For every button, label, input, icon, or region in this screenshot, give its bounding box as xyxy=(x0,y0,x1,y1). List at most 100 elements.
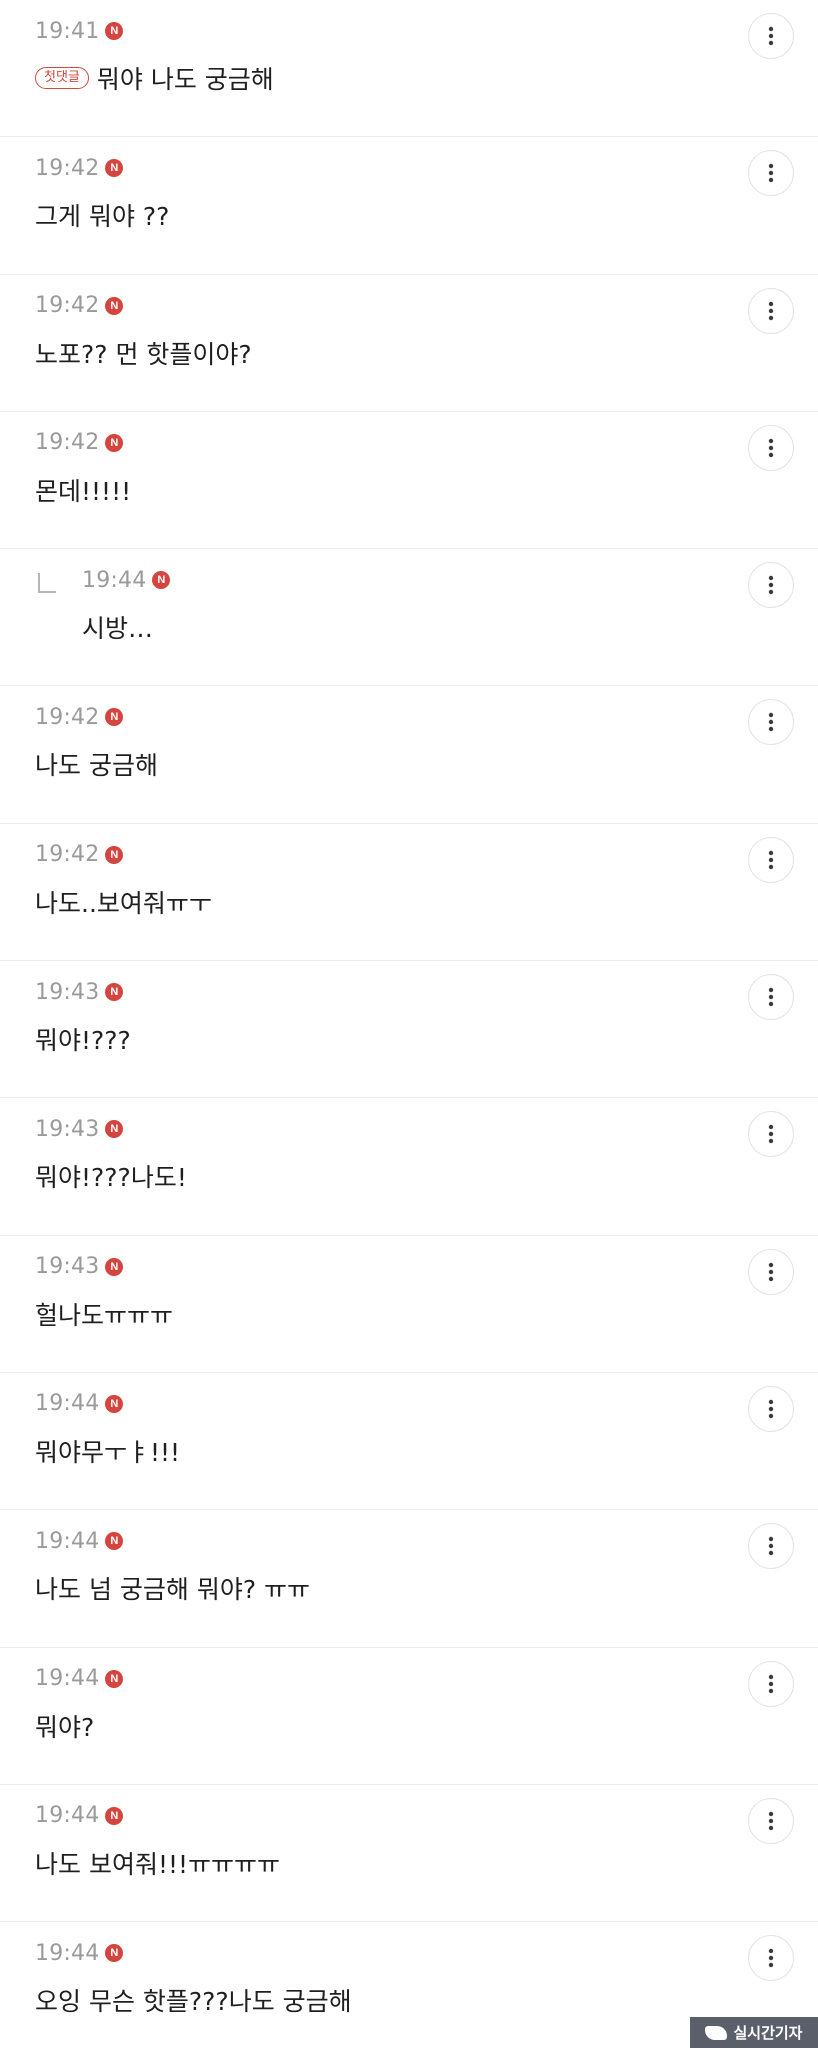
comment-body: 나도..보여줘ㅠㅜ xyxy=(35,884,212,920)
more-vertical-icon xyxy=(768,26,774,46)
comment-meta: 19:43 N xyxy=(35,1254,124,1280)
comment-body: 나도 보여줘!!!ㅠㅠㅠㅠ xyxy=(35,1845,280,1881)
comment-text: 헐나도ㅠㅠㅠ xyxy=(35,1300,174,1330)
reply-comment: 19:44 N 시방… xyxy=(0,549,818,687)
comment-item: 19:43 N 뭐야!??? xyxy=(0,961,818,1099)
first-comment-badge: 첫댓글 xyxy=(35,67,89,89)
comment-meta: 19:44 N xyxy=(35,1391,124,1417)
comment-text: 노포?? 먼 핫플이야? xyxy=(35,339,252,369)
comment-text: 몬데!!!!! xyxy=(35,476,132,506)
new-badge-icon: N xyxy=(105,1257,124,1276)
watermark: 실시간기자 xyxy=(690,2017,818,2048)
new-badge-icon: N xyxy=(105,159,124,178)
more-options-button[interactable] xyxy=(748,974,794,1021)
comment-time: 19:44 xyxy=(82,567,147,593)
comment-body: 시방… xyxy=(82,609,153,645)
reply-arrow-icon xyxy=(38,573,56,594)
comment-text: 시방… xyxy=(82,614,154,644)
more-options-button[interactable] xyxy=(748,1248,794,1295)
comment-item: 19:42 N 몬데!!!!! xyxy=(0,412,818,550)
comment-item: 19:42 N 나도 궁금해 xyxy=(0,686,818,824)
comment-time: 19:44 xyxy=(35,1803,100,1829)
more-vertical-icon xyxy=(768,164,774,183)
more-options-button[interactable] xyxy=(748,1111,794,1158)
comment-meta: 19:42 N xyxy=(35,842,124,868)
more-options-button[interactable] xyxy=(748,1385,794,1432)
comment-body: 뭐야? xyxy=(35,1708,94,1744)
new-badge-icon: N xyxy=(105,708,124,727)
comment-meta: 19:42 N xyxy=(35,704,124,730)
comment-text: 나도 넘 궁금해 뭐야? ㅠㅠ xyxy=(35,1575,311,1605)
comment-text: 뭐야!???나도! xyxy=(35,1163,187,1193)
comment-text: 뭐야무ㅜㅑ!!! xyxy=(35,1437,181,1467)
comment-item: 19:42 N 나도..보여줘ㅠㅜ xyxy=(0,824,818,962)
comment-item: 19:44 N 나도 넘 궁금해 뭐야? ㅠㅠ xyxy=(0,1510,818,1648)
comment-item: 19:43 N 헐나도ㅠㅠㅠ xyxy=(0,1236,818,1373)
comment-item: 19:44 N 뭐야무ㅜㅑ!!! xyxy=(0,1373,818,1511)
comment-time: 19:44 xyxy=(35,1528,100,1554)
more-options-button[interactable] xyxy=(748,1935,794,1982)
comment-meta: 19:41 N xyxy=(35,18,124,44)
comment-text: 그게 뭐야 ?? xyxy=(35,202,170,232)
more-vertical-icon xyxy=(768,1811,774,1831)
comment-time: 19:44 xyxy=(35,1940,100,1966)
more-options-button[interactable] xyxy=(748,150,794,197)
new-badge-icon: N xyxy=(105,1669,124,1688)
comment-body: 뭐야!???나도! xyxy=(35,1158,187,1194)
comment-time: 19:44 xyxy=(35,1666,100,1692)
comment-meta: 19:43 N xyxy=(35,979,124,1005)
watermark-logo-icon xyxy=(705,2025,728,2040)
comment-body: 몬데!!!!! xyxy=(35,472,131,508)
comment-list: 19:41 N 첫댓글 뭐야 나도 궁금해 19:42 N 그게 뭐야 ?? 19:42 N 노포… xyxy=(0,0,818,2048)
comment-item: 19:42 N 그게 뭐야 ?? xyxy=(0,137,818,275)
comment-body: 헐나도ㅠㅠㅠ xyxy=(35,1296,173,1332)
comment-item: 19:44 N 뭐야? xyxy=(0,1648,818,1785)
comment-meta: 19:44 N xyxy=(35,1803,124,1829)
new-badge-icon: N xyxy=(105,296,124,315)
comment-body: 첫댓글 뭐야 나도 궁금해 xyxy=(35,60,274,96)
comment-body: 뭐야무ㅜㅑ!!! xyxy=(35,1433,180,1469)
more-vertical-icon xyxy=(768,1537,774,1556)
comment-time: 19:43 xyxy=(35,979,100,1005)
watermark-text: 실시간기자 xyxy=(733,2024,803,2042)
comment-text: 뭐야? xyxy=(35,1712,95,1742)
more-options-button[interactable] xyxy=(748,836,794,883)
comment-text: 나도 보여줘!!!ㅠㅠㅠㅠ xyxy=(35,1849,281,1879)
more-options-button[interactable] xyxy=(748,1660,794,1707)
more-options-button[interactable] xyxy=(748,13,794,59)
comment-time: 19:42 xyxy=(35,704,100,730)
comment-body: 노포?? 먼 핫플이야? xyxy=(35,335,252,371)
more-options-button[interactable] xyxy=(748,562,794,609)
more-vertical-icon xyxy=(768,987,774,1007)
comment-meta: 19:44 N xyxy=(82,567,171,593)
new-badge-icon: N xyxy=(105,22,124,40)
more-vertical-icon xyxy=(768,1125,774,1144)
comment-text: 나도..보여줘ㅠㅜ xyxy=(35,888,212,918)
comment-list-container: 19:41 N 첫댓글 뭐야 나도 궁금해 19:42 N 그게 뭐야 ?? 19:42 N 노포… xyxy=(0,0,818,2048)
more-options-button[interactable] xyxy=(748,1797,794,1844)
comment-time: 19:43 xyxy=(35,1116,100,1142)
comment-item: 19:42 N 노포?? 먼 핫플이야? xyxy=(0,275,818,412)
new-badge-icon: N xyxy=(105,1394,124,1413)
comment-time: 19:42 xyxy=(35,842,100,868)
more-options-button[interactable] xyxy=(748,287,794,334)
new-badge-icon: N xyxy=(105,845,124,864)
comment-body: 뭐야!??? xyxy=(35,1021,131,1057)
more-options-button[interactable] xyxy=(748,424,794,471)
new-badge-icon: N xyxy=(105,1944,124,1963)
more-options-button[interactable] xyxy=(748,1523,794,1570)
more-vertical-icon xyxy=(768,850,774,869)
comment-meta: 19:43 N xyxy=(35,1116,124,1142)
more-options-button[interactable] xyxy=(748,699,794,746)
new-badge-icon: N xyxy=(152,571,171,590)
more-vertical-icon xyxy=(768,1399,774,1419)
comment-text: 오잉 무슨 핫플???나도 궁금해 xyxy=(35,1987,352,2017)
more-vertical-icon xyxy=(768,1948,774,1968)
comment-item: 19:41 N 첫댓글 뭐야 나도 궁금해 xyxy=(0,0,818,138)
new-badge-icon: N xyxy=(105,1120,124,1139)
comment-time: 19:42 xyxy=(35,430,100,456)
new-badge-icon: N xyxy=(105,433,124,452)
comment-meta: 19:42 N xyxy=(35,293,124,319)
more-vertical-icon xyxy=(768,1674,774,1693)
comment-item: 19:44 N 나도 보여줘!!!ㅠㅠㅠㅠ xyxy=(0,1785,818,1923)
